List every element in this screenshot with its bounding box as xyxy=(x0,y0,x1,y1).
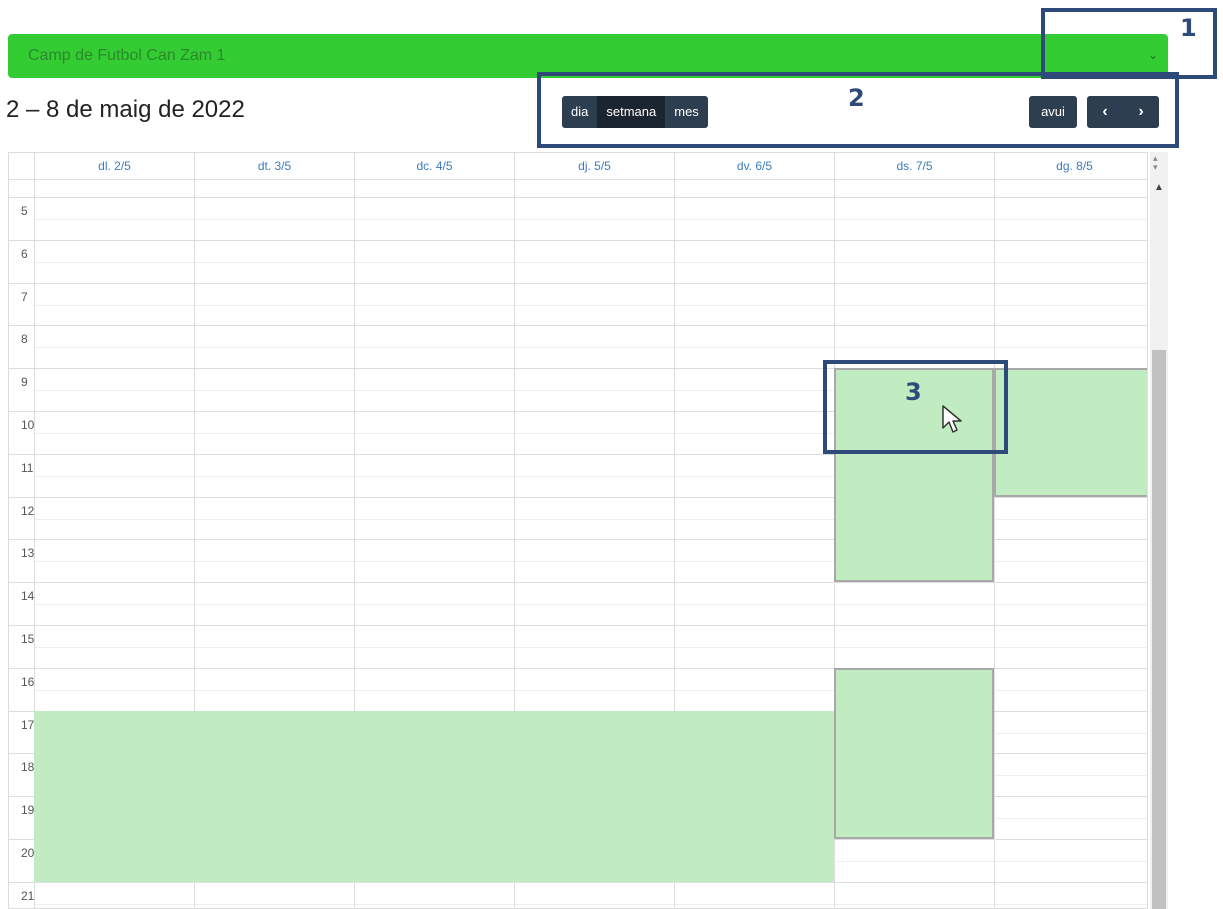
annotation-number-3: 3 xyxy=(905,378,922,406)
day-header-2: dt. 3/5 xyxy=(194,153,354,179)
half-hour-line xyxy=(34,647,1147,648)
mouse-cursor-icon xyxy=(942,405,962,433)
hour-row[interactable]: 5 xyxy=(9,197,1147,240)
hour-label: 12 xyxy=(21,503,35,518)
hour-label: 14 xyxy=(21,589,35,604)
hour-label: 15 xyxy=(21,632,35,646)
scroll-up-icon[interactable]: ▲ xyxy=(1154,182,1164,193)
day-header-7: dg. 8/5 xyxy=(994,153,1147,179)
half-hour-line xyxy=(34,219,1147,220)
hour-row[interactable]: 7 xyxy=(9,282,1147,326)
available-slot[interactable] xyxy=(994,368,1147,497)
scroll-thumb[interactable] xyxy=(1152,350,1166,909)
hour-label: 20 xyxy=(21,846,35,860)
annotation-box-3 xyxy=(823,360,1008,454)
day-header-4: dj. 5/5 xyxy=(514,153,674,179)
hour-row[interactable]: 15 xyxy=(9,625,1147,668)
day-header-6: ds. 7/5 xyxy=(834,153,994,179)
sort-arrows-icon: ▴ ▾ xyxy=(1153,153,1158,172)
hour-row[interactable]: 21 xyxy=(9,881,1147,908)
day-header-5: dv. 6/5 xyxy=(674,153,834,179)
hour-label: 6 xyxy=(21,246,28,261)
week-calendar: dl. 2/5 dt. 3/5 dc. 4/5 dj. 5/5 dv. 6/5 ds. 7… xyxy=(8,152,1148,909)
hour-row[interactable]: 14 xyxy=(9,582,1147,625)
available-slot[interactable] xyxy=(34,710,834,882)
venue-select-value: Camp de Futbol Can Zam 1 xyxy=(28,47,226,64)
hour-label: 21 xyxy=(21,888,35,903)
hour-label: 7 xyxy=(21,289,28,304)
half-hour-line xyxy=(34,347,1147,349)
hour-label: 9 xyxy=(21,375,28,390)
hour-label: 19 xyxy=(21,803,35,818)
hour-label: 16 xyxy=(21,674,35,689)
day-header-3: dc. 4/5 xyxy=(354,153,514,179)
column-divider xyxy=(994,179,995,908)
hour-label: 18 xyxy=(21,760,35,775)
hour-row[interactable]: 6 xyxy=(9,239,1147,283)
hour-label: 13 xyxy=(21,546,35,561)
half-hour-line xyxy=(34,604,1147,606)
half-hour-line xyxy=(34,903,1147,905)
available-slot[interactable] xyxy=(834,667,994,839)
day-header-1: dl. 2/5 xyxy=(34,153,194,179)
hour-label: 10 xyxy=(21,418,35,432)
half-hour-line xyxy=(34,261,1147,263)
page-title: 2 – 8 de maig de 2022 xyxy=(6,96,245,123)
day-header-row: dl. 2/5 dt. 3/5 dc. 4/5 dj. 5/5 dv. 6/5 ds. 7… xyxy=(9,153,1147,180)
hour-label: 5 xyxy=(21,204,28,218)
annotation-number-2: 2 xyxy=(848,84,865,112)
calendar-scrollbar[interactable]: ▴ ▾ ▲ xyxy=(1150,152,1168,909)
hour-label: 8 xyxy=(21,332,28,347)
annotation-number-1: 1 xyxy=(1180,14,1197,42)
hour-label: 11 xyxy=(21,460,34,475)
hour-label: 17 xyxy=(21,717,35,732)
half-hour-line xyxy=(34,304,1147,306)
